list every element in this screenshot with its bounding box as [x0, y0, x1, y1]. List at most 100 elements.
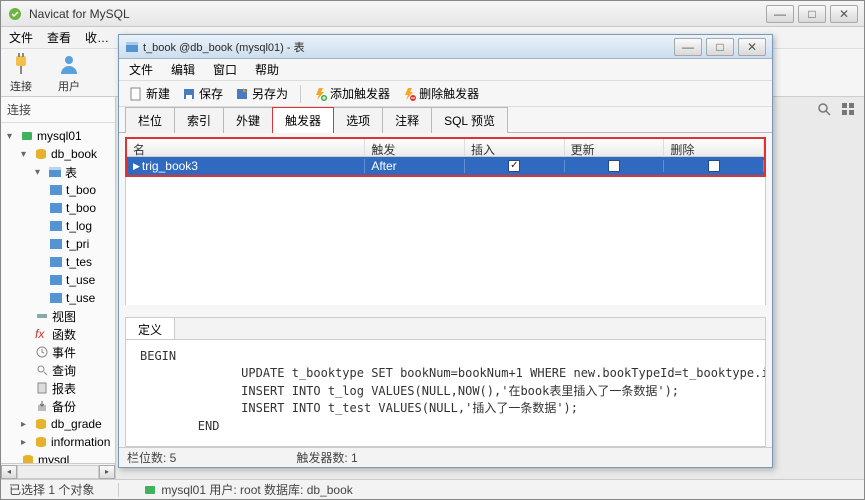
saveas-button[interactable]: 另存为 — [231, 83, 292, 104]
scroll-track[interactable] — [17, 465, 99, 479]
save-button[interactable]: 保存 — [178, 83, 227, 104]
svg-text:fx: fx — [35, 327, 45, 341]
tree-table-item[interactable]: t_use — [1, 271, 115, 289]
fx-icon: fx — [35, 327, 49, 341]
table-icon — [125, 40, 139, 54]
checkbox-insert[interactable]: ✓ — [508, 160, 520, 172]
tree-table-item[interactable]: t_use — [1, 289, 115, 307]
table-icon — [49, 255, 63, 269]
tree-database[interactable]: mysql — [1, 451, 115, 463]
checkbox-update[interactable] — [608, 160, 620, 172]
toolbar-connect-button[interactable]: 连接 — [9, 52, 33, 94]
new-button[interactable]: 新建 — [125, 83, 174, 104]
col-trigger[interactable]: 触发 — [365, 139, 465, 157]
table-icon — [49, 219, 63, 233]
tree-table-item[interactable]: t_boo — [1, 199, 115, 217]
search-icon[interactable] — [816, 101, 832, 117]
child-close-button[interactable]: ✕ — [738, 38, 766, 56]
tree-tables-folder[interactable]: ▾表 — [1, 163, 115, 181]
sidebar-scrollbar[interactable]: ◂ ▸ — [1, 463, 115, 479]
add-trigger-icon — [313, 87, 327, 101]
child-menu-edit[interactable]: 编辑 — [171, 61, 195, 78]
app-title: Navicat for MySQL — [29, 7, 766, 21]
col-update[interactable]: 更新 — [565, 139, 665, 157]
connection-icon — [143, 483, 157, 497]
main-close-button[interactable]: ✕ — [830, 5, 858, 23]
tree-database[interactable]: ▸db_grade — [1, 415, 115, 433]
tab-comment[interactable]: 注释 — [382, 107, 432, 133]
sidebar: 连接 ▾mysql01 ▾db_book ▾表 t_boo t_boo t_lo… — [1, 97, 116, 479]
tab-fields[interactable]: 栏位 — [125, 107, 175, 133]
col-insert[interactable]: 插入 — [465, 139, 565, 157]
tab-indexes[interactable]: 索引 — [174, 107, 224, 133]
tree-table-item[interactable]: t_log — [1, 217, 115, 235]
add-trigger-button[interactable]: 添加触发器 — [309, 83, 394, 104]
tab-options[interactable]: 选项 — [333, 107, 383, 133]
definition-tab[interactable]: 定义 — [126, 318, 175, 339]
status-field-count: 栏位数: 5 — [127, 449, 176, 466]
tree-table-item[interactable]: t_pri — [1, 235, 115, 253]
child-menu-help[interactable]: 帮助 — [255, 61, 279, 78]
col-name[interactable]: 名 — [127, 139, 365, 157]
cell-delete[interactable] — [664, 160, 764, 172]
definition-panel: 定义 BEGIN UPDATE t_booktype SET bookNum=b… — [125, 317, 766, 447]
definition-editor[interactable]: BEGIN UPDATE t_booktype SET bookNum=book… — [126, 340, 765, 446]
main-minimize-button[interactable]: — — [766, 5, 794, 23]
tree-queries[interactable]: 查询 — [1, 361, 115, 379]
cell-update[interactable] — [565, 160, 665, 172]
tab-sql-preview[interactable]: SQL 预览 — [431, 107, 508, 133]
scroll-left-button[interactable]: ◂ — [1, 465, 17, 479]
table-icon — [49, 291, 63, 305]
cell-trigger[interactable]: After — [365, 159, 465, 173]
app-icon — [7, 6, 23, 22]
connection-icon — [20, 129, 34, 143]
connection-tree: ▾mysql01 ▾db_book ▾表 t_boo t_boo t_log t… — [1, 123, 115, 463]
main-statusbar: 已选择 1 个对象 mysql01 用户: root 数据库: db_book — [1, 479, 864, 499]
child-window: t_book @db_book (mysql01) - 表 — □ ✕ 文件 编… — [118, 34, 773, 468]
table-header-row: 名 触发 插入 更新 删除 — [127, 139, 764, 157]
tree-database[interactable]: ▸information — [1, 433, 115, 451]
user-icon — [57, 52, 81, 76]
child-statusbar: 栏位数: 5 触发器数: 1 — [119, 447, 772, 467]
main-titlebar: Navicat for MySQL — □ ✕ — [1, 1, 864, 27]
tab-fk[interactable]: 外键 — [223, 107, 273, 133]
child-maximize-button[interactable]: □ — [706, 38, 734, 56]
status-trigger-count: 触发器数: 1 — [296, 449, 357, 466]
child-menu-window[interactable]: 窗口 — [213, 61, 237, 78]
table-folder-icon — [48, 165, 62, 179]
backup-icon — [35, 399, 49, 413]
tree-table-item[interactable]: t_tes — [1, 253, 115, 271]
col-delete[interactable]: 删除 — [664, 139, 764, 157]
menu-view[interactable]: 查看 — [47, 29, 71, 46]
tree-backups[interactable]: 备份 — [1, 397, 115, 415]
cell-insert[interactable]: ✓ — [465, 160, 565, 172]
saveas-icon — [235, 87, 249, 101]
table-icon — [49, 273, 63, 287]
menu-file[interactable]: 文件 — [9, 29, 33, 46]
toolbar-user-button[interactable]: 用户 — [57, 52, 81, 94]
tree-events[interactable]: 事件 — [1, 343, 115, 361]
table-icon — [49, 183, 63, 197]
main-maximize-button[interactable]: □ — [798, 5, 826, 23]
delete-trigger-button[interactable]: 删除触发器 — [398, 83, 483, 104]
child-toolbar: 新建 保存 另存为 添加触发器 删除触发器 — [119, 81, 772, 107]
tree-database[interactable]: ▾db_book — [1, 145, 115, 163]
cell-name[interactable]: ▶trig_book3 — [127, 159, 365, 173]
row-indicator-icon: ▶ — [133, 161, 140, 172]
tree-table-item[interactable]: t_boo — [1, 181, 115, 199]
scroll-right-button[interactable]: ▸ — [99, 465, 115, 479]
grid-view-icon[interactable] — [840, 101, 856, 117]
table-icon — [49, 201, 63, 215]
child-titlebar: t_book @db_book (mysql01) - 表 — □ ✕ — [119, 35, 772, 59]
table-row[interactable]: ▶trig_book3 After ✓ — [127, 157, 764, 175]
tab-triggers[interactable]: 触发器 — [272, 107, 334, 133]
checkbox-delete[interactable] — [708, 160, 720, 172]
tree-reports[interactable]: 报表 — [1, 379, 115, 397]
child-menu-file[interactable]: 文件 — [129, 61, 153, 78]
tree-functions[interactable]: fx函数 — [1, 325, 115, 343]
child-minimize-button[interactable]: — — [674, 38, 702, 56]
tree-connection[interactable]: ▾mysql01 — [1, 127, 115, 145]
menu-fav[interactable]: 收… — [85, 29, 109, 46]
tree-views[interactable]: 视图 — [1, 307, 115, 325]
views-icon — [35, 309, 49, 323]
